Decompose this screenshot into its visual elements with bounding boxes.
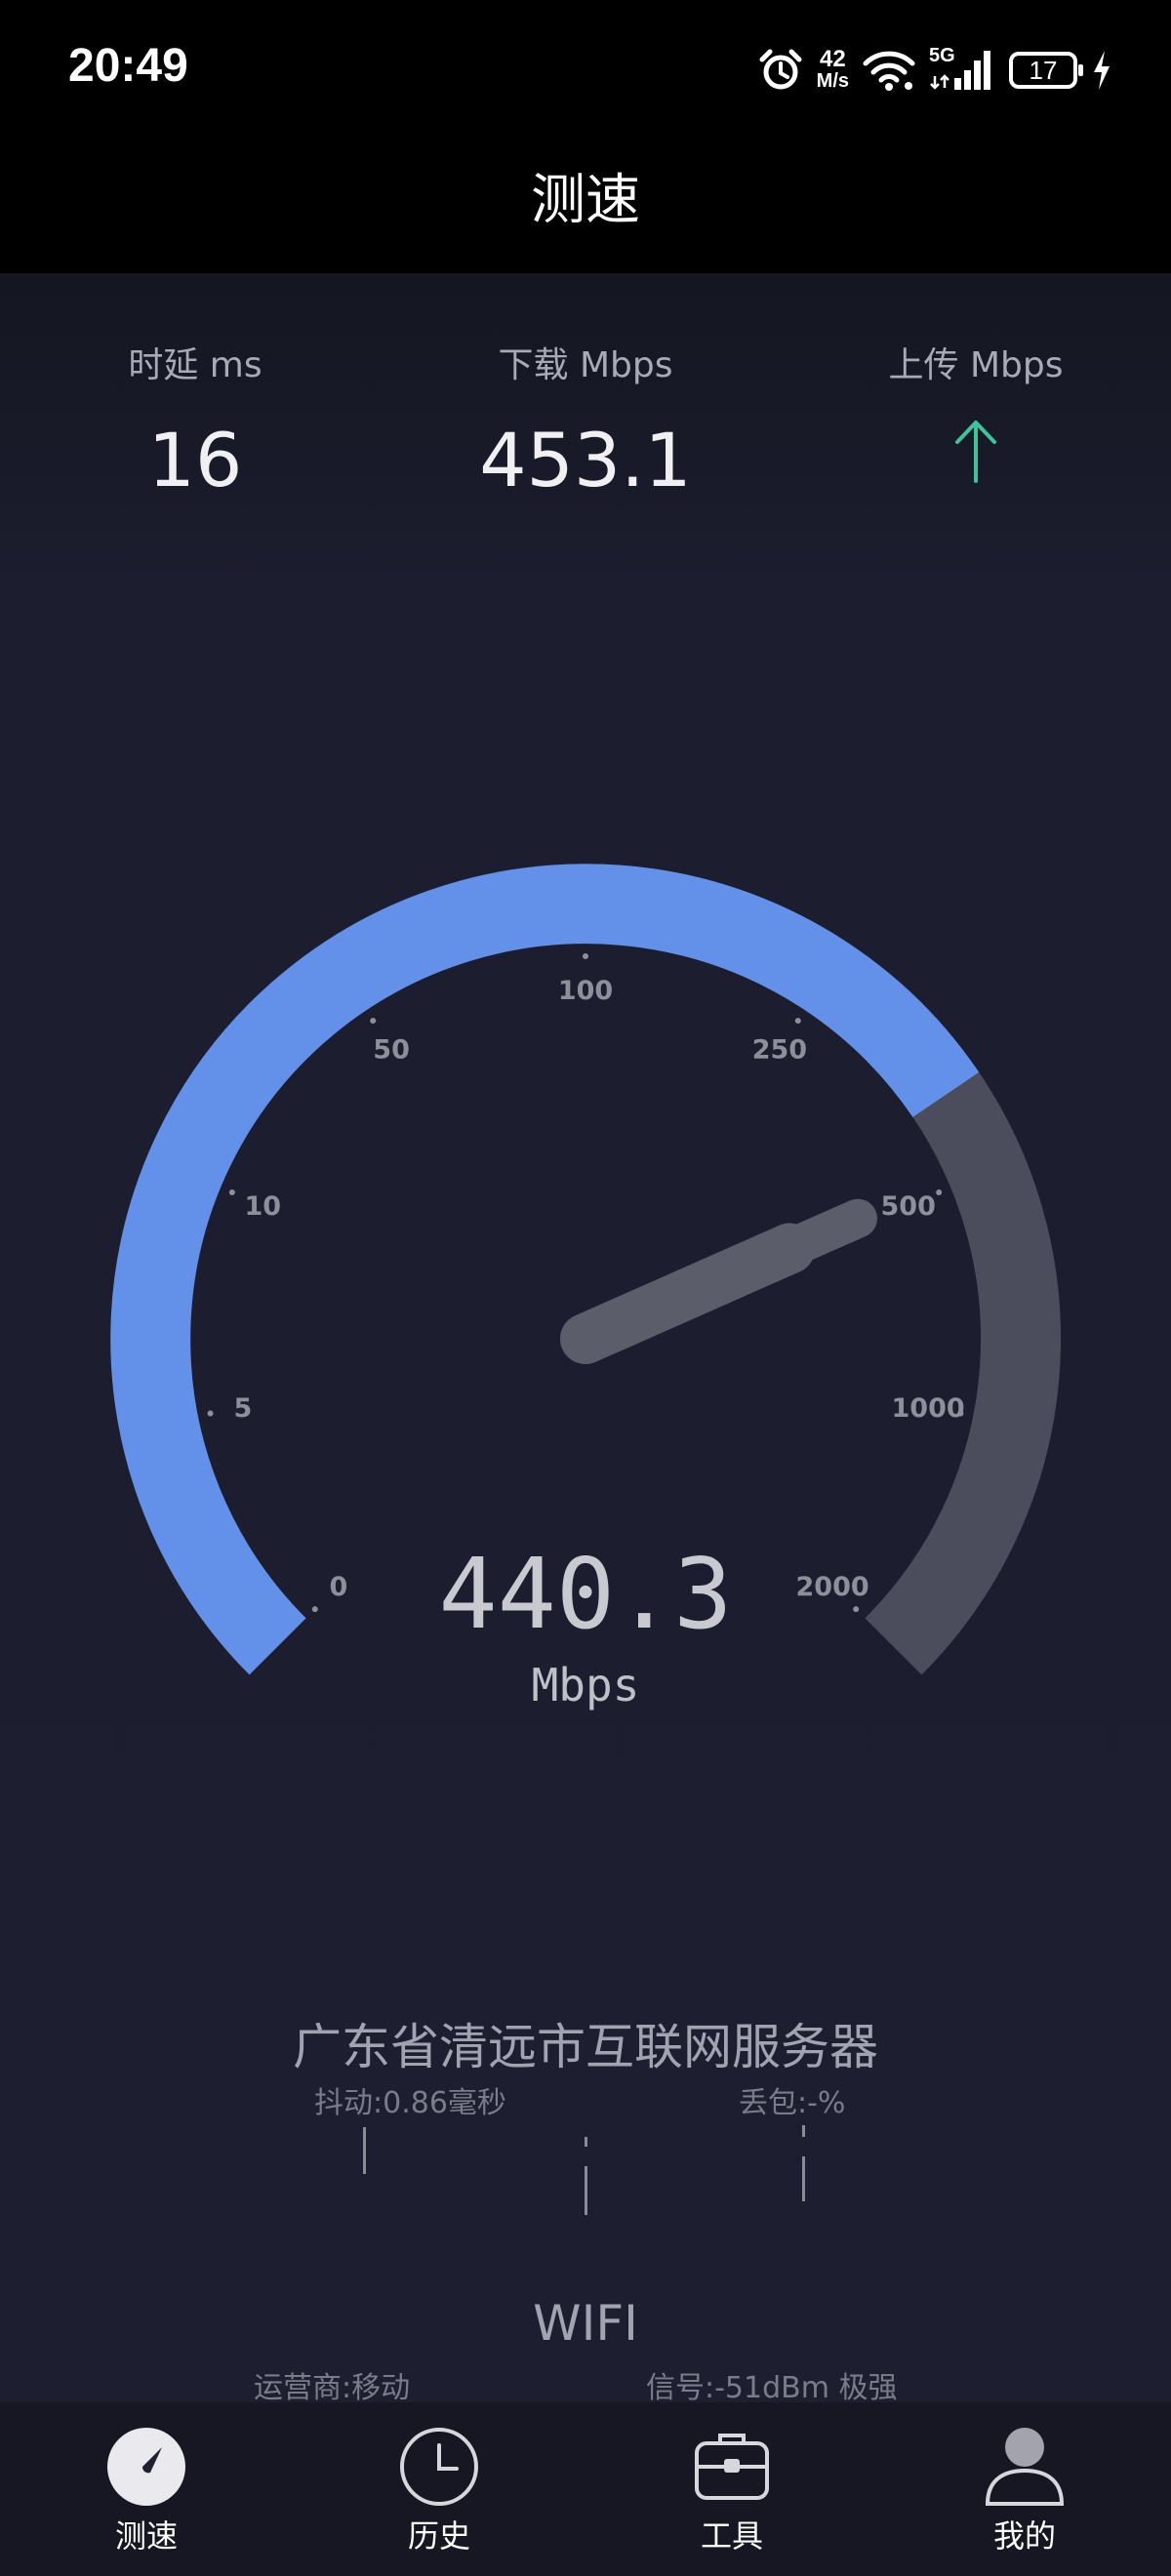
gauge-scale-label: 5 xyxy=(234,1393,253,1424)
nav-tools[interactable]: 工具 xyxy=(586,2402,878,2576)
gauge-scale: 05105010025050010002000 xyxy=(207,953,965,1613)
nav-speed-test[interactable]: 测速 xyxy=(0,2402,293,2576)
network-type: WIFI xyxy=(533,2295,638,2352)
loss-bar-top xyxy=(802,2125,805,2137)
gauge-tick-dot xyxy=(936,1188,943,1195)
person-icon xyxy=(985,2428,1065,2506)
upload-metric: 上传 Mbps xyxy=(829,337,1122,485)
nav-profile[interactable]: 我的 xyxy=(878,2402,1171,2576)
network-speed-value: 42 xyxy=(819,46,846,72)
gauge-reading: 440.3 xyxy=(438,1537,733,1651)
gauge-progress-arc xyxy=(110,864,980,1675)
upload-arrow-icon xyxy=(955,421,996,483)
jitter-value: 抖动:0.86毫秒 xyxy=(314,2086,506,2120)
bottom-navigation: 测速 历史 工具 我的 xyxy=(0,2402,1171,2576)
gauge-tick-dot xyxy=(583,953,588,959)
carrier-info: 运营商:移动 xyxy=(254,2371,411,2405)
gauge-scale-label: 1000 xyxy=(892,1393,965,1424)
toolbox-icon xyxy=(695,2434,769,2500)
loss-bar xyxy=(802,2156,805,2201)
gauge-scale-label: 250 xyxy=(752,1034,807,1065)
gauge-tick-dot xyxy=(207,1410,214,1417)
latency-label: 时延 ms xyxy=(128,345,262,385)
nav-label-speed-test: 测速 xyxy=(114,2517,178,2555)
download-metric: 下载 Mbps 453.1 xyxy=(439,337,732,503)
gauge-tick-dot xyxy=(228,1188,235,1195)
center-bar-top xyxy=(585,2137,587,2147)
gauge-needle-tip xyxy=(702,1198,877,1299)
battery-icon: 17 xyxy=(1009,52,1083,89)
wifi-icon xyxy=(863,51,915,91)
packet-loss-value: 丢包:-% xyxy=(739,2086,846,2120)
battery-level: 17 xyxy=(1029,55,1058,85)
latency-metric: 时延 ms 16 xyxy=(49,337,342,503)
clock-icon xyxy=(400,2428,478,2506)
nav-history[interactable]: 历史 xyxy=(293,2402,586,2576)
jitter-bar xyxy=(363,2127,366,2174)
download-value: 453.1 xyxy=(479,417,692,503)
nav-label-tools: 工具 xyxy=(700,2517,763,2555)
speed-test-screen: 20:49 42 M/s 5G 17 测速 时延 ms 16 下载 Mbps 4… xyxy=(0,0,1171,2576)
status-time: 20:49 xyxy=(68,40,188,92)
network-speed-indicator: 42 M/s xyxy=(816,46,849,93)
gauge-scale-label: 500 xyxy=(881,1191,936,1222)
upload-label: 上传 Mbps xyxy=(888,345,1064,385)
charging-icon xyxy=(1094,51,1110,90)
gauge-tick-dot xyxy=(370,1018,377,1025)
page-title: 测速 xyxy=(531,169,640,232)
gauge-tick-dot xyxy=(794,1018,801,1025)
gauge-scale-label: 100 xyxy=(558,976,613,1006)
center-bar xyxy=(585,2166,587,2215)
status-icons: 42 M/s 5G 17 xyxy=(758,43,1112,98)
gauge-scale-label: 50 xyxy=(373,1034,410,1065)
nav-label-history: 历史 xyxy=(407,2517,470,2555)
gauge-scale-label: 10 xyxy=(245,1191,282,1222)
nav-label-profile: 我的 xyxy=(992,2517,1056,2555)
speedometer-icon xyxy=(107,2428,185,2506)
server-name: 广东省清远市互联网服务器 xyxy=(293,2019,878,2075)
download-label: 下载 Mbps xyxy=(498,345,673,385)
status-bar: 20:49 42 M/s 5G 17 xyxy=(0,0,1171,141)
latency-value: 16 xyxy=(147,417,243,503)
alarm-icon xyxy=(759,49,802,90)
cellular-signal-icon: 5G xyxy=(929,45,995,92)
signal-strength: 信号:-51dBm 极强 xyxy=(646,2371,898,2405)
network-speed-unit: M/s xyxy=(816,70,849,92)
gauge-unit: Mbps xyxy=(531,1659,640,1711)
